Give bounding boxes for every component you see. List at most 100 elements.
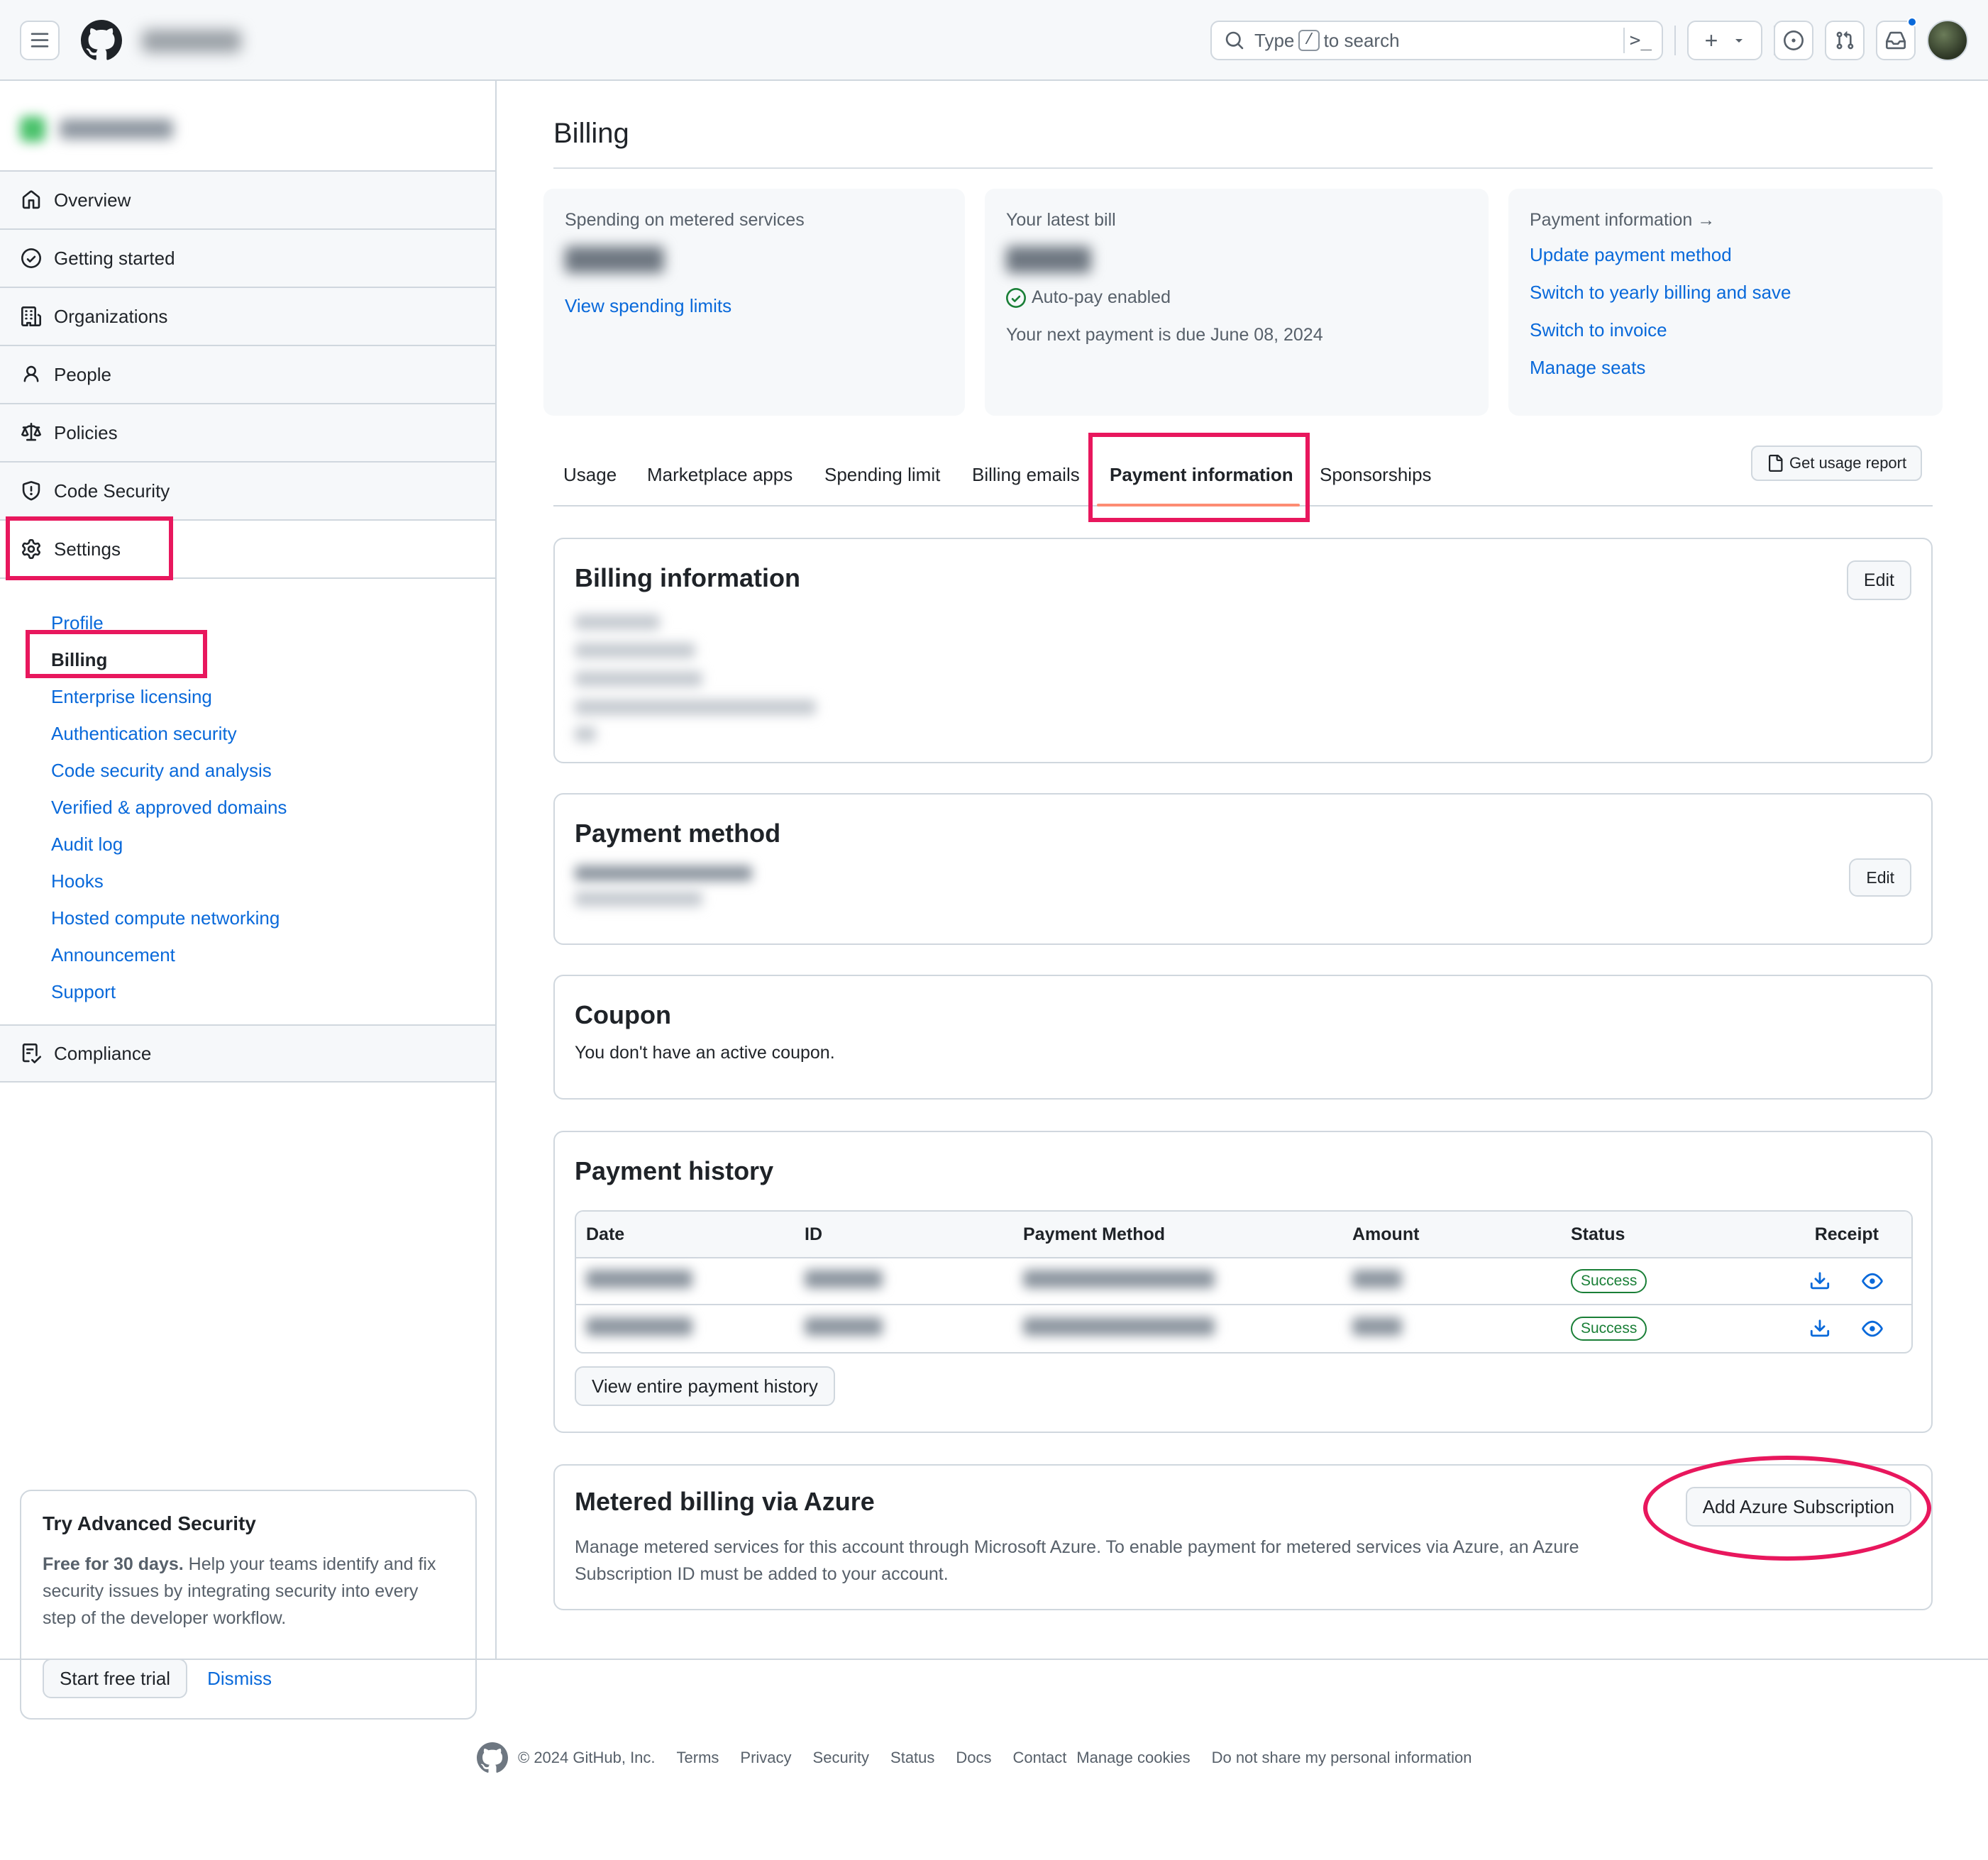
tab-sponsorships[interactable]: Sponsorships xyxy=(1320,464,1432,486)
view-payment-history-button[interactable]: View entire payment history xyxy=(575,1366,835,1406)
subnav-support[interactable]: Support xyxy=(51,973,495,1010)
view-spending-limits-link[interactable]: View spending limits xyxy=(565,287,944,325)
footer-link-do-not-share[interactable]: Do not share my personal information xyxy=(1212,1749,1472,1767)
create-new-button[interactable]: + xyxy=(1687,21,1762,60)
sidebar-item-people[interactable]: People xyxy=(0,345,495,403)
download-icon[interactable] xyxy=(1809,1271,1830,1292)
payment-history-table: Date ID Payment Method Amount Status Rec… xyxy=(575,1210,1913,1354)
top-header: Type / to search >_ + xyxy=(0,0,1988,81)
eye-icon[interactable] xyxy=(1862,1318,1883,1339)
search-suffix: to search xyxy=(1323,29,1400,51)
subnav-audit-log[interactable]: Audit log xyxy=(51,826,495,863)
sidebar-item-label: Compliance xyxy=(54,1042,152,1064)
home-icon xyxy=(20,189,43,211)
download-icon[interactable] xyxy=(1809,1318,1830,1339)
pull-requests-button[interactable] xyxy=(1825,21,1865,60)
sidebar-item-compliance[interactable]: Compliance xyxy=(0,1024,495,1083)
receipt-cell xyxy=(1774,1258,1911,1305)
plus-icon: + xyxy=(1704,27,1718,53)
footer-link-terms[interactable]: Terms xyxy=(677,1749,719,1767)
col-receipt: Receipt xyxy=(1774,1212,1911,1258)
footer-link-status[interactable]: Status xyxy=(890,1749,934,1767)
switch-yearly-billing-link[interactable]: Switch to yearly billing and save xyxy=(1530,274,1921,311)
github-logo-icon[interactable] xyxy=(81,20,122,61)
footer-link-privacy[interactable]: Privacy xyxy=(740,1749,791,1767)
sidebar-item-overview[interactable]: Overview xyxy=(0,170,495,228)
check-circle-icon xyxy=(1006,287,1026,308)
person-icon xyxy=(20,363,43,386)
subnav-announcement[interactable]: Announcement xyxy=(51,936,495,973)
sidebar-item-label: Overview xyxy=(54,189,131,211)
subnav-verified-domains[interactable]: Verified & approved domains xyxy=(51,789,495,826)
billing-information-title: Billing information xyxy=(575,563,800,592)
col-id: ID xyxy=(795,1212,1013,1258)
get-usage-report-button[interactable]: Get usage report xyxy=(1751,445,1923,481)
billing-information-edit-button[interactable]: Edit xyxy=(1846,560,1911,600)
sidebar-item-label: Getting started xyxy=(54,247,175,269)
github-logo-icon[interactable] xyxy=(477,1742,508,1773)
sidebar-item-label: People xyxy=(54,363,111,385)
status-cell: Success xyxy=(1561,1258,1774,1305)
file-icon xyxy=(1769,455,1783,472)
subnav-code-security-analysis[interactable]: Code security and analysis xyxy=(51,752,495,789)
azure-description: Manage metered services for this account… xyxy=(575,1537,1579,1584)
eye-icon[interactable] xyxy=(1862,1271,1883,1292)
footer-link-docs[interactable]: Docs xyxy=(956,1749,991,1767)
payment-method-title: Payment method xyxy=(575,819,781,848)
col-status: Status xyxy=(1561,1212,1774,1258)
issues-button[interactable] xyxy=(1774,21,1813,60)
git-pull-request-icon xyxy=(1836,31,1854,50)
sidebar-item-policies[interactable]: Policies xyxy=(0,403,495,461)
update-payment-method-link[interactable]: Update payment method xyxy=(1530,236,1921,274)
payment-info-card: Payment information → Update payment met… xyxy=(1508,189,1943,416)
spending-amount-redacted xyxy=(565,246,664,273)
sidebar-item-label: Code Security xyxy=(54,480,170,502)
switch-to-invoice-link[interactable]: Switch to invoice xyxy=(1530,311,1921,349)
highlight-add-azure-subscription xyxy=(1643,1456,1931,1561)
subnav-authentication-security[interactable]: Authentication security xyxy=(51,715,495,752)
payment-method-edit-button[interactable]: Edit xyxy=(1849,858,1911,897)
sidebar-item-organizations[interactable]: Organizations xyxy=(0,287,495,345)
redacted-line xyxy=(575,726,596,742)
enterprise-name-redacted[interactable] xyxy=(20,109,190,148)
tab-billing-emails[interactable]: Billing emails xyxy=(972,464,1080,486)
footer-link-manage-cookies[interactable]: Manage cookies xyxy=(1076,1749,1190,1767)
spending-label: Spending on metered services xyxy=(565,210,805,230)
search-icon xyxy=(1225,31,1244,50)
tab-spending-limit[interactable]: Spending limit xyxy=(824,464,940,486)
tab-usage[interactable]: Usage xyxy=(563,464,617,486)
sidebar-nav: Overview Getting started Organizations P… xyxy=(0,170,495,1083)
status-cell: Success xyxy=(1561,1305,1774,1352)
inbox-icon xyxy=(1886,31,1906,50)
footer-link-security[interactable]: Security xyxy=(813,1749,869,1767)
footer-copyright: © 2024 GitHub, Inc. xyxy=(518,1749,656,1766)
subnav-hooks[interactable]: Hooks xyxy=(51,863,495,899)
table-row: Success xyxy=(576,1305,1911,1352)
table-row: Success xyxy=(576,1258,1911,1305)
command-palette-icon[interactable]: >_ xyxy=(1623,28,1652,53)
subnav-hosted-compute-networking[interactable]: Hosted compute networking xyxy=(51,899,495,936)
hamburger-menu-button[interactable] xyxy=(20,21,60,60)
tab-marketplace-apps[interactable]: Marketplace apps xyxy=(647,464,793,486)
sidebar-item-code-security[interactable]: Code Security xyxy=(0,461,495,519)
subnav-enterprise-licensing[interactable]: Enterprise licensing xyxy=(51,678,495,715)
search-input[interactable]: Type / to search >_ xyxy=(1210,21,1663,60)
amount-cell xyxy=(1342,1305,1561,1352)
billing-information-box: Billing information Edit xyxy=(553,538,1933,763)
payment-info-link[interactable]: Payment information → xyxy=(1530,210,1921,231)
autopay-label: Auto-pay enabled xyxy=(1032,287,1171,307)
footer-link-contact[interactable]: Contact xyxy=(1013,1749,1067,1767)
org-name-redacted[interactable] xyxy=(142,30,241,52)
latest-bill-label: Your latest bill xyxy=(1006,210,1116,230)
coupon-text: You don't have an active coupon. xyxy=(575,1043,835,1063)
highlight-settings xyxy=(6,516,173,580)
sidebar-item-getting-started[interactable]: Getting started xyxy=(0,228,495,287)
date-cell xyxy=(576,1305,795,1352)
user-avatar[interactable] xyxy=(1927,20,1968,61)
sidebar: Overview Getting started Organizations P… xyxy=(0,81,497,1720)
col-date: Date xyxy=(576,1212,795,1258)
manage-seats-link[interactable]: Manage seats xyxy=(1530,349,1921,387)
method-cell xyxy=(1013,1305,1342,1352)
search-prefix: Type xyxy=(1254,29,1295,51)
table-header-row: Date ID Payment Method Amount Status Rec… xyxy=(576,1212,1911,1258)
